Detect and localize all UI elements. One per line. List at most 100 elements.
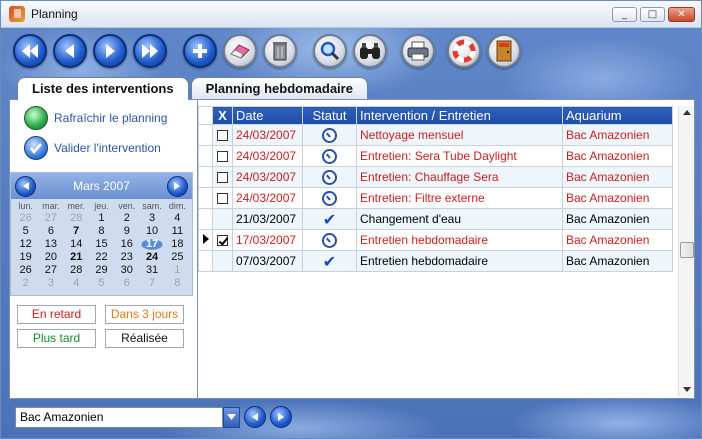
column-header-select[interactable]: X <box>212 106 233 125</box>
calendar-day[interactable]: 7 <box>139 277 164 290</box>
calendar-day[interactable]: 4 <box>165 212 190 225</box>
scroll-down-arrow-icon[interactable] <box>683 387 691 392</box>
calendar-day[interactable]: 12 <box>13 238 38 251</box>
calendar-prev-month-button[interactable] <box>15 175 36 197</box>
column-header-status[interactable]: Statut <box>302 106 357 125</box>
maximize-button[interactable]: □ <box>640 7 665 22</box>
calendar-day[interactable]: 19 <box>13 251 38 264</box>
check-icon: ✔ <box>322 251 337 271</box>
calendar-day[interactable]: 1 <box>165 264 190 277</box>
calendar-day[interactable]: 3 <box>139 212 164 225</box>
calendar-day[interactable]: 3 <box>38 277 63 290</box>
next-record-button[interactable] <box>93 34 127 68</box>
erase-button[interactable] <box>223 34 257 68</box>
calendar-day[interactable]: 4 <box>64 277 89 290</box>
calendar-day[interactable]: 22 <box>89 251 114 264</box>
exit-button[interactable] <box>487 34 521 68</box>
clock-icon <box>322 169 337 185</box>
search-button[interactable] <box>313 34 347 68</box>
table-row[interactable]: 24/03/2007 Entretien: Chauffage Sera Bac… <box>198 166 673 188</box>
row-checkbox[interactable] <box>217 130 228 142</box>
calendar-day[interactable]: 23 <box>114 251 139 264</box>
calendar-day[interactable]: 1 <box>89 212 114 225</box>
calendar-day[interactable]: 20 <box>38 251 63 264</box>
scrollbar-thumb[interactable] <box>680 242 694 258</box>
first-record-button[interactable] <box>13 34 47 68</box>
next-aquarium-button[interactable] <box>270 406 292 428</box>
row-checkbox[interactable] <box>217 151 228 163</box>
vertical-scrollbar[interactable] <box>678 106 694 396</box>
calendar-day[interactable]: 9 <box>114 225 139 238</box>
calendar-day-today[interactable]: 17 <box>139 238 165 251</box>
interventions-grid: X Date Statut Intervention / Entretien A… <box>197 100 694 398</box>
calendar-next-month-button[interactable] <box>166 175 188 197</box>
find-button[interactable] <box>353 34 387 68</box>
aquarium-selector-bar: Bac Amazonien <box>15 406 292 428</box>
aquarium-dropdown-button[interactable] <box>223 406 240 428</box>
table-row[interactable]: 24/03/2007 Entretien: Filtre externe Bac… <box>198 187 673 209</box>
delete-button[interactable] <box>263 34 297 68</box>
print-button[interactable] <box>401 34 435 68</box>
scroll-up-arrow-icon[interactable] <box>683 110 691 115</box>
close-button[interactable]: ✕ <box>668 7 695 22</box>
calendar-day[interactable]: 6 <box>38 225 63 238</box>
last-record-button[interactable] <box>133 34 167 68</box>
calendar-day[interactable]: 16 <box>114 238 139 251</box>
calendar-day[interactable]: 26 <box>13 212 38 225</box>
aquarium-select[interactable]: Bac Amazonien <box>15 406 223 428</box>
validate-intervention-action[interactable]: Valider l'intervention <box>24 136 161 160</box>
column-header-aquarium[interactable]: Aquarium <box>562 106 673 125</box>
calendar-day[interactable]: 27 <box>38 212 63 225</box>
calendar-day[interactable]: 13 <box>38 238 63 251</box>
validate-intervention-label: Valider l'intervention <box>54 141 161 155</box>
table-row[interactable]: 24/03/2007 Nettoyage mensuel Bac Amazoni… <box>198 124 673 146</box>
calendar-day[interactable]: 15 <box>89 238 114 251</box>
row-aquarium: Bac Amazonien <box>562 145 673 167</box>
table-row[interactable]: 21/03/2007 ✔ Changement d'eau Bac Amazon… <box>198 208 673 230</box>
eraser-icon <box>230 44 250 59</box>
column-header-date[interactable]: Date <box>232 106 303 125</box>
previous-aquarium-button[interactable] <box>244 406 266 428</box>
calendar-day[interactable]: 2 <box>13 277 38 290</box>
column-header-intervention[interactable]: Intervention / Entretien <box>356 106 563 125</box>
clock-icon <box>322 148 337 164</box>
calendar-day[interactable]: 28 <box>64 212 89 225</box>
calendar-day[interactable]: 18 <box>165 238 190 251</box>
calendar-day[interactable]: 2 <box>114 212 139 225</box>
tab-planning-hebdomadaire[interactable]: Planning hebdomadaire <box>190 77 368 99</box>
calendar-day[interactable]: 7 <box>64 225 89 238</box>
calendar-day[interactable]: 31 <box>139 264 164 277</box>
calendar-day[interactable]: 27 <box>38 264 63 277</box>
table-row[interactable]: 07/03/2007 ✔ Entretien hebdomadaire Bac … <box>198 250 673 272</box>
row-checkbox-checked[interactable] <box>217 235 228 247</box>
calendar-day[interactable]: 30 <box>114 264 139 277</box>
row-intervention: Entretien hebdomadaire <box>356 229 563 251</box>
calendar-day[interactable]: 8 <box>89 225 114 238</box>
calendar-day[interactable]: 21 <box>64 251 89 264</box>
calendar-day[interactable]: 26 <box>13 264 38 277</box>
calendar-day[interactable]: 11 <box>165 225 190 238</box>
row-checkbox[interactable] <box>217 172 228 184</box>
refresh-planning-action[interactable]: Rafraîchir le planning <box>24 106 167 130</box>
row-checkbox[interactable] <box>217 193 228 205</box>
minimize-button[interactable]: _ <box>612 7 637 22</box>
calendar-day[interactable]: 25 <box>165 251 190 264</box>
add-button[interactable] <box>183 34 217 68</box>
calendar-day[interactable]: 29 <box>89 264 114 277</box>
binoculars-icon <box>360 43 380 59</box>
calendar-day[interactable]: 10 <box>139 225 164 238</box>
previous-record-button[interactable] <box>53 34 87 68</box>
calendar-day[interactable]: 6 <box>114 277 139 290</box>
table-row-current[interactable]: 17/03/2007 Entretien hebdomadaire Bac Am… <box>198 229 673 251</box>
calendar-day[interactable]: 5 <box>13 225 38 238</box>
calendar-day[interactable]: 28 <box>64 264 89 277</box>
help-button[interactable] <box>447 34 481 68</box>
calendar-day[interactable]: 14 <box>64 238 89 251</box>
calendar-day-name: sam. <box>142 201 162 211</box>
tab-liste-interventions[interactable]: Liste des interventions <box>17 77 189 100</box>
table-row[interactable]: 24/03/2007 Entretien: Sera Tube Daylight… <box>198 145 673 167</box>
calendar-day[interactable]: 24 <box>139 251 164 264</box>
calendar-day[interactable]: 5 <box>89 277 114 290</box>
right-arrow-icon <box>106 44 115 58</box>
calendar-day[interactable]: 8 <box>165 277 190 290</box>
